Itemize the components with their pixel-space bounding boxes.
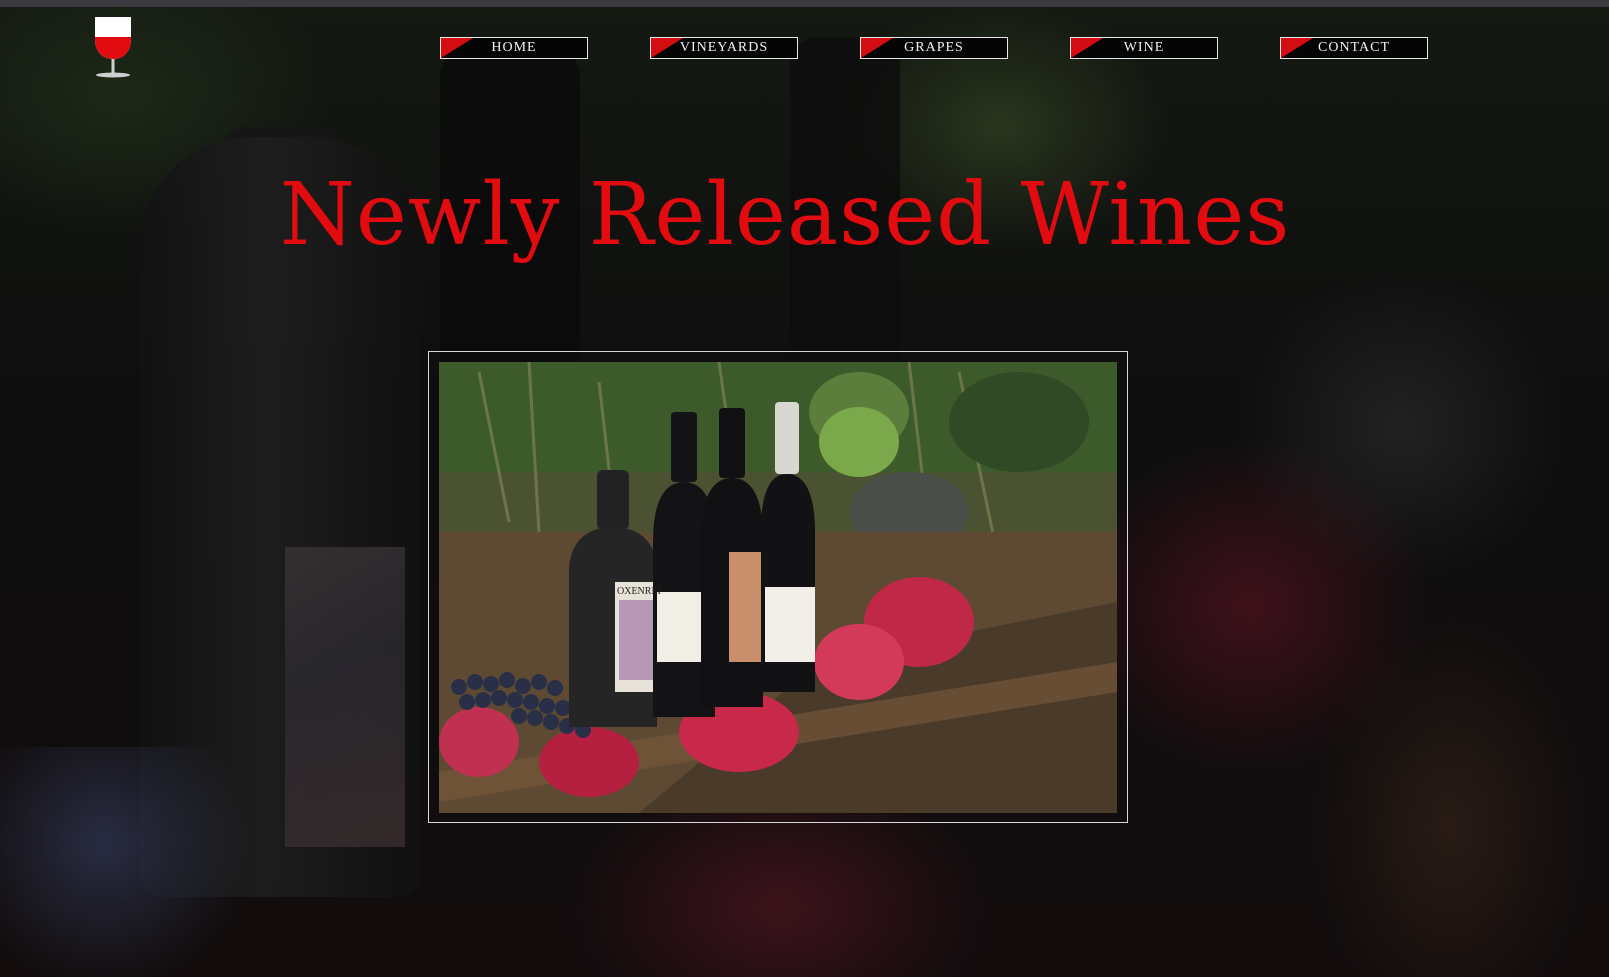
nav-contact-label: CONTACT [1318, 40, 1390, 55]
nav-corner-accent [441, 38, 473, 58]
nav-home-label: HOME [491, 40, 537, 55]
nav-grapes[interactable]: GRAPES [860, 37, 1008, 59]
nav-grapes-label: GRAPES [904, 40, 964, 55]
nav-contact[interactable]: CONTACT [1280, 37, 1428, 59]
nav-vineyards[interactable]: VINEYARDS [650, 37, 798, 59]
browser-top-strip [0, 0, 1609, 7]
nav-corner-accent [861, 38, 893, 58]
background-bottle-label [285, 547, 405, 847]
nav-wine-label: WINE [1123, 40, 1165, 55]
nav-corner-accent [1071, 38, 1103, 58]
wine-bottles-illustration: OXENREI [439, 362, 1117, 813]
nav-corner-accent [651, 38, 683, 58]
wine-bottles-photo: OXENREI [439, 362, 1117, 813]
page-title: Newly Released Wines [279, 165, 1291, 265]
background-grapes [0, 747, 260, 977]
nav-home[interactable]: HOME [440, 37, 588, 59]
nav-vineyards-label: VINEYARDS [679, 40, 769, 55]
nav-wine[interactable]: WINE [1070, 37, 1218, 59]
nav-corner-accent [1281, 38, 1313, 58]
wine-glass-icon[interactable] [93, 17, 133, 79]
bottle-label-text: OXENREI [617, 586, 661, 597]
